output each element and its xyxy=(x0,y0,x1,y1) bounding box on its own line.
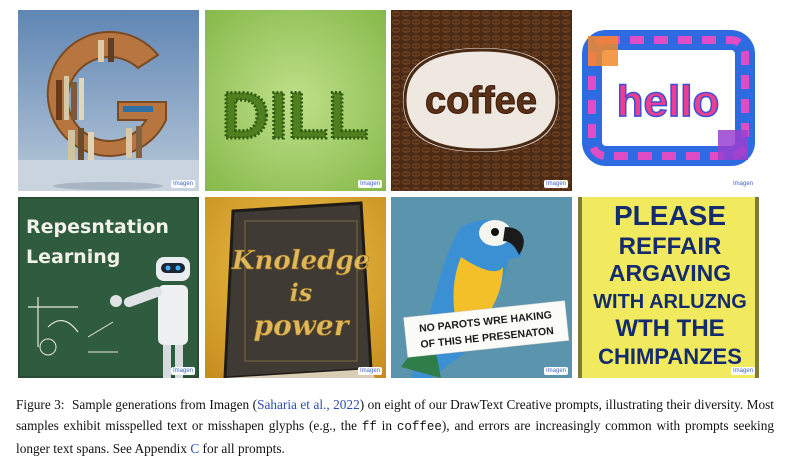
g-bookshelf-image xyxy=(18,10,199,191)
tile-g-bookshelf: Imagen xyxy=(18,10,199,191)
tile-dill-grass: DILL Imagen xyxy=(205,10,386,191)
tile-parrot-sign: NO PAROTS WRE HAKING OF THIS HE PRESENAT… xyxy=(391,197,572,378)
imagen-watermark: Imagen xyxy=(357,180,382,188)
imagen-watermark: Imagen xyxy=(730,180,755,188)
citation-link[interactable]: Saharia et al., 2022 xyxy=(257,397,360,412)
appendix-link[interactable]: C xyxy=(190,441,199,456)
protest-sign-line6: CHIMPANZES xyxy=(598,344,742,369)
book-title-line3: power xyxy=(254,309,351,342)
tile-knoledge-book: Knoledge is power Imagen xyxy=(205,197,386,378)
chalkboard-line1: Repesntation xyxy=(26,216,169,238)
tile-chalkboard-robot: Repesntation Learning Imagen xyxy=(18,197,199,378)
caption-code-coffee: coffee xyxy=(396,420,442,434)
figure-label: Figure 3: xyxy=(16,397,65,412)
tile-coffee-beans: coffee Imagen xyxy=(391,10,572,191)
dill-grass-text: DILL xyxy=(222,78,369,152)
chalkboard-robot-image: Repesntation Learning xyxy=(18,197,199,378)
caption-text-5: for all prompts. xyxy=(199,441,285,456)
knoledge-book-image: Knoledge is power xyxy=(205,197,386,378)
book-title-line1: Knoledge xyxy=(231,246,370,276)
caption-code-ff: ff xyxy=(361,420,377,434)
protest-sign-line2: REFFAIR xyxy=(619,233,722,260)
figure-caption: Figure 3: Sample generations from Imagen… xyxy=(16,394,774,459)
imagen-watermark: Imagen xyxy=(357,367,382,375)
hello-fur-text: hello xyxy=(617,77,720,126)
protest-sign-line1: PLEASE xyxy=(614,200,726,231)
protest-sign-line4: WITH ARLUZNG xyxy=(593,291,747,313)
protest-sign-line5: WTH THE xyxy=(615,315,724,342)
chalkboard-line2: Learning xyxy=(26,246,120,268)
caption-text-1: Sample generations from Imagen ( xyxy=(71,397,258,412)
tile-protest-sign: PLEASE REFFAIR ARGAVING WITH ARLUZNG WTH… xyxy=(578,197,759,378)
imagen-watermark: Imagen xyxy=(543,367,568,375)
protest-sign-image: PLEASE REFFAIR ARGAVING WITH ARLUZNG WTH… xyxy=(578,197,759,378)
caption-text-3: in xyxy=(376,418,397,433)
imagen-watermark: Imagen xyxy=(543,180,568,188)
coffee-beans-text: coffee xyxy=(425,80,537,122)
figure-image-grid: Imagen DILL Imagen coffee Imagen hello I… xyxy=(18,10,768,379)
imagen-watermark: Imagen xyxy=(170,180,195,188)
imagen-watermark: Imagen xyxy=(730,367,755,375)
dill-grass-image: DILL xyxy=(205,10,386,191)
book-title-line2: is xyxy=(290,278,313,307)
parrot-sign-image: NO PAROTS WRE HAKING OF THIS HE PRESENAT… xyxy=(391,197,572,378)
tile-hello-fur: hello Imagen xyxy=(578,10,759,191)
coffee-beans-image: coffee xyxy=(391,10,572,191)
hello-fur-image: hello xyxy=(578,10,759,191)
imagen-watermark: Imagen xyxy=(170,367,195,375)
protest-sign-line3: ARGAVING xyxy=(609,260,731,286)
